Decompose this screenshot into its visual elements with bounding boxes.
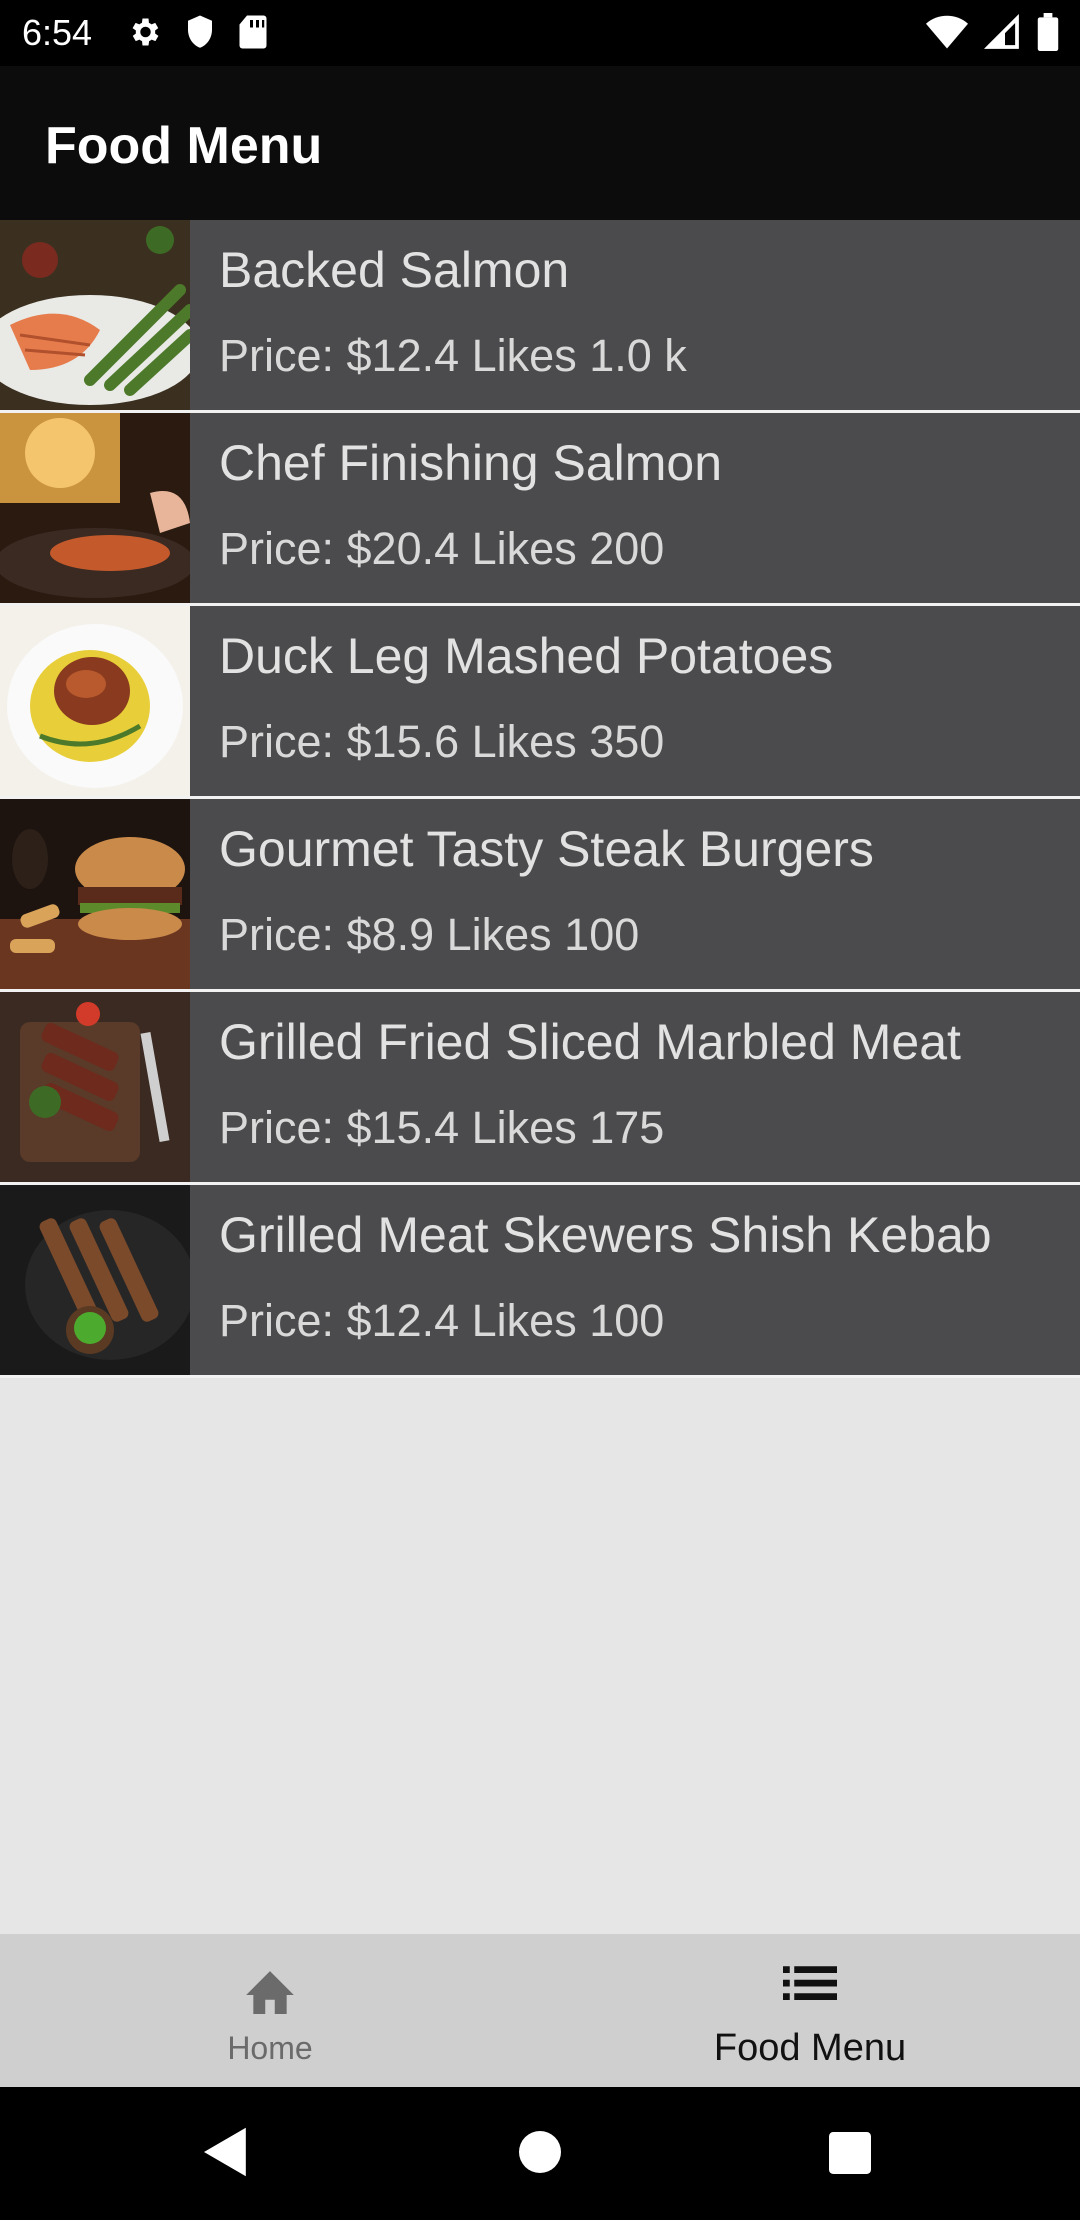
tab-home[interactable]: Home bbox=[0, 1934, 540, 2087]
status-bar: 6:54 bbox=[0, 0, 1080, 66]
back-icon[interactable] bbox=[204, 2127, 248, 2182]
item-name: Chef Finishing Salmon bbox=[219, 435, 723, 491]
item-price-likes: Price: $12.4 Likes 1.0 k bbox=[219, 330, 687, 381]
item-name: Grilled Meat Skewers Shish Kebab bbox=[219, 1207, 992, 1263]
list-item[interactable]: Duck Leg Mashed Potatoes Price: $15.6 Li… bbox=[0, 606, 1080, 799]
food-thumbnail-burger bbox=[0, 799, 190, 989]
list-icon bbox=[783, 1964, 837, 2005]
gear-icon bbox=[126, 14, 162, 50]
home-circle-icon[interactable] bbox=[519, 2131, 561, 2178]
tab-food-menu[interactable]: Food Menu bbox=[540, 1934, 1080, 2087]
recents-icon[interactable] bbox=[829, 2132, 871, 2179]
list-item[interactable]: Backed Salmon Price: $12.4 Likes 1.0 k bbox=[0, 220, 1080, 413]
tab-home-label: Home bbox=[227, 2030, 313, 2066]
bottom-navigation: Home Food Menu bbox=[0, 1934, 1080, 2087]
food-menu-list: Backed Salmon Price: $12.4 Likes 1.0 k C… bbox=[0, 220, 1080, 1378]
home-icon bbox=[241, 1964, 299, 2019]
item-name: Backed Salmon bbox=[219, 242, 570, 298]
battery-icon bbox=[1036, 13, 1060, 51]
item-name: Grilled Fried Sliced Marbled Meat bbox=[219, 1014, 961, 1070]
item-name: Gourmet Tasty Steak Burgers bbox=[219, 821, 874, 877]
food-thumbnail-marbled-meat bbox=[0, 992, 190, 1182]
food-thumbnail-duck bbox=[0, 606, 190, 796]
status-icons-right bbox=[926, 13, 1060, 51]
list-item[interactable]: Gourmet Tasty Steak Burgers Price: $8.9 … bbox=[0, 799, 1080, 992]
food-thumbnail-chef-salmon bbox=[0, 413, 190, 603]
status-icons-left bbox=[126, 14, 268, 50]
system-navigation-bar bbox=[0, 2087, 1080, 2220]
tab-food-menu-label: Food Menu bbox=[713, 2027, 907, 2069]
food-thumbnail-salmon bbox=[0, 220, 190, 410]
status-time: 6:54 bbox=[22, 12, 93, 53]
signal-icon bbox=[984, 14, 1020, 50]
item-name: Duck Leg Mashed Potatoes bbox=[219, 628, 834, 684]
item-price-likes: Price: $20.4 Likes 200 bbox=[219, 523, 665, 574]
item-price-likes: Price: $15.6 Likes 350 bbox=[219, 716, 665, 767]
item-price-likes: Price: $8.9 Likes 100 bbox=[219, 909, 640, 960]
item-price-likes: Price: $12.4 Likes 100 bbox=[219, 1295, 665, 1346]
sd-card-icon bbox=[238, 14, 268, 50]
shield-icon bbox=[184, 14, 216, 50]
list-item[interactable]: Grilled Fried Sliced Marbled Meat Price:… bbox=[0, 992, 1080, 1185]
item-price-likes: Price: $15.4 Likes 175 bbox=[219, 1102, 665, 1153]
list-item[interactable]: Chef Finishing Salmon Price: $20.4 Likes… bbox=[0, 413, 1080, 606]
list-item[interactable]: Grilled Meat Skewers Shish Kebab Price: … bbox=[0, 1185, 1080, 1378]
wifi-icon bbox=[926, 14, 968, 50]
app-bar: Food Menu bbox=[0, 66, 1080, 220]
food-thumbnail-kebab bbox=[0, 1185, 190, 1375]
page-title: Food Menu bbox=[45, 117, 323, 175]
